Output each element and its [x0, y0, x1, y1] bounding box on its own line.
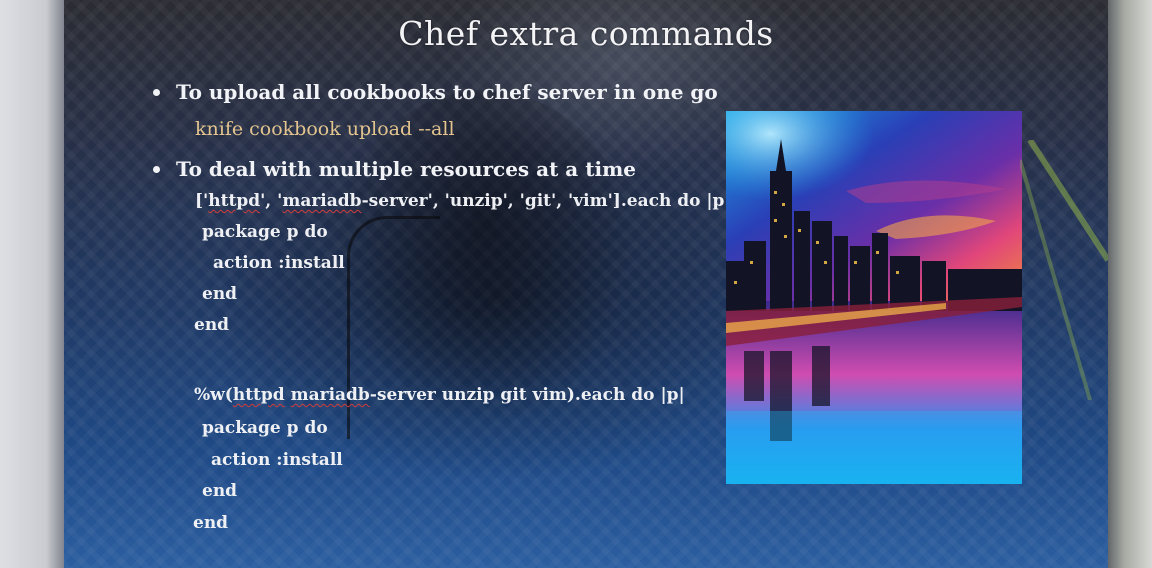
bullet-icon — [153, 89, 160, 96]
code-fragment-httpd: httpd — [208, 191, 261, 211]
bullet-item-upload: To upload all cookbooks to chef server i… — [153, 80, 718, 104]
bullet-text: To deal with multiple resources at a tim… — [176, 157, 636, 181]
code-fragment: ', ' — [260, 191, 283, 211]
background-frame-lines — [1020, 140, 1108, 400]
wall-left-edge — [0, 0, 66, 568]
bullet-icon — [153, 166, 160, 173]
code-line: action :install — [213, 253, 345, 273]
code-line: ['httpd', 'mariadb-server', 'unzip', 'gi… — [195, 191, 731, 211]
bullet-text: To upload all cookbooks to chef server i… — [176, 80, 718, 104]
code-line: package p do — [202, 418, 328, 438]
code-fragment: %w( — [194, 385, 233, 405]
presentation-slide: Chef extra commands To upload all cookbo… — [64, 0, 1108, 568]
code-line: end — [193, 513, 229, 533]
code-line: end — [194, 315, 230, 335]
code-line: %w(httpd mariadb-server unzip git vim).e… — [194, 385, 685, 405]
reflection-cable — [347, 216, 440, 439]
slide-title: Chef extra commands — [398, 14, 774, 53]
code-fragment-httpd: httpd — [232, 385, 285, 405]
code-fragment: [' — [195, 191, 209, 211]
city-skyline-image — [726, 111, 1022, 484]
code-line: end — [202, 284, 238, 304]
code-fragment-mariadb: mariadb — [282, 191, 362, 211]
code-line: action :install — [211, 450, 343, 470]
code-line: end — [202, 481, 238, 501]
code-fragment: -server', 'unzip', 'git', 'vim'].each do… — [361, 191, 731, 211]
code-fragment-mariadb: mariadb — [290, 385, 370, 405]
code-fragment: -server unzip git vim).each do |p| — [369, 385, 685, 405]
bullet-item-multiple: To deal with multiple resources at a tim… — [153, 157, 636, 181]
code-line: package p do — [202, 222, 328, 242]
city-skyline-graphic — [726, 111, 1022, 484]
wall-right-edge — [1106, 0, 1152, 568]
upload-command: knife cookbook upload --all — [195, 118, 455, 140]
